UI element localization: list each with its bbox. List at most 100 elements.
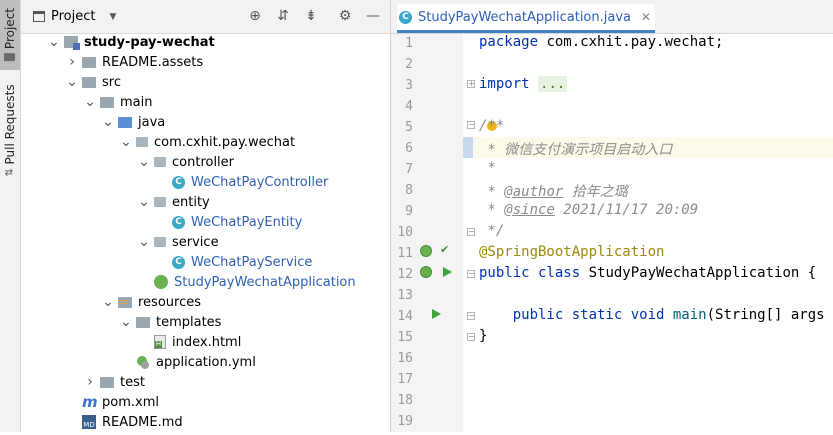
chevron-down-icon[interactable]: ⌄ — [84, 95, 96, 109]
editor-tab-main-class[interactable]: C StudyPayWechatApplication.java ✕ — [397, 4, 656, 33]
code-comment: 拾年之璐 — [563, 184, 628, 200]
line-number: 11 — [397, 246, 413, 261]
code-line-11[interactable]: */ — [479, 223, 504, 239]
tree-item-label: test — [120, 374, 145, 390]
tree-item-label: WeChatPayEntity — [191, 214, 303, 230]
code-line-16[interactable]: } — [479, 328, 487, 344]
tree-item[interactable]: ⌄ resources — [102, 292, 201, 312]
check-icon[interactable]: ✔ — [440, 243, 449, 256]
line-number: 7 — [405, 162, 413, 177]
chevron-down-icon[interactable]: ⌄ — [138, 195, 150, 209]
package-icon — [154, 237, 166, 247]
code-line-1[interactable]: package com.cxhit.pay.wechat; — [479, 34, 723, 50]
code-line-8[interactable]: * — [479, 160, 495, 176]
class-icon: C — [172, 255, 185, 269]
fold-collapse-icon[interactable]: − — [467, 312, 475, 320]
fold-expand-icon[interactable]: + — [467, 80, 475, 88]
chevron-down-icon[interactable]: ⌄ — [48, 35, 60, 49]
chevron-down-icon[interactable]: ⌄ — [120, 315, 132, 329]
spring-bean-icon[interactable] — [420, 245, 432, 257]
project-panel-title: Project — [51, 9, 96, 24]
editor-tab-bar: C StudyPayWechatApplication.java ✕ — [391, 0, 833, 34]
tree-item[interactable]: › test — [84, 372, 145, 392]
code-keyword: package — [479, 34, 539, 50]
line-number: 4 — [405, 99, 413, 114]
tree-item[interactable]: C WeChatPayService — [156, 252, 312, 272]
collapse-all-icon[interactable]: ⇟ — [302, 7, 320, 25]
chevron-right-icon[interactable]: › — [84, 374, 96, 390]
tree-item[interactable]: C WeChatPayEntity — [156, 212, 302, 232]
project-view-selector[interactable]: Project ▼ — [33, 9, 116, 24]
tree-item[interactable]: StudyPayWechatApplication — [138, 272, 356, 292]
project-panel: Project ▼ ⊕ ⇵ ⇟ ⚙ — ⌄ study-pay-wechat › RE… — [21, 0, 409, 432]
line-number: 9 — [405, 204, 413, 219]
tree-item[interactable]: application.yml — [120, 352, 256, 372]
hide-icon[interactable]: — — [364, 7, 382, 25]
tree-item-label: StudyPayWechatApplication — [174, 274, 356, 290]
tree-item[interactable]: C WeChatPayController — [156, 172, 328, 192]
code-line-12[interactable]: @SpringBootApplication — [479, 244, 664, 260]
fold-collapse-icon[interactable]: − — [467, 228, 475, 236]
locate-icon[interactable]: ⊕ — [246, 7, 264, 25]
code-comment: * — [479, 184, 505, 200]
code-line-9[interactable]: * @author 拾年之璐 — [479, 181, 628, 201]
tree-item[interactable]: MD README.md — [66, 412, 183, 432]
chevron-down-icon[interactable]: ⌄ — [66, 75, 78, 89]
code-line-6[interactable]: /** — [479, 118, 504, 134]
module-icon — [64, 36, 80, 50]
line-number: 14 — [397, 309, 413, 324]
expand-all-icon[interactable]: ⇵ — [274, 7, 292, 25]
close-icon[interactable]: ✕ — [641, 10, 651, 24]
code-text: StudyPayWechatApplication { — [580, 265, 817, 281]
fold-collapse-icon[interactable]: − — [467, 121, 475, 129]
run-icon[interactable] — [432, 309, 441, 319]
tree-item[interactable]: m pom.xml — [66, 392, 159, 412]
tree-item[interactable]: ⌄ service — [138, 232, 218, 252]
folder-icon — [100, 96, 114, 108]
code-line-7[interactable]: * 微信支付演示项目启动入口 — [479, 139, 672, 159]
line-number: 2 — [405, 57, 413, 72]
tree-item[interactable]: › README.assets — [66, 52, 203, 72]
chevron-down-icon[interactable]: ⌄ — [102, 115, 114, 129]
tree-item-label: index.html — [172, 334, 242, 350]
line-number: 3 — [405, 78, 413, 93]
tree-item[interactable]: ⌄ entity — [138, 192, 210, 212]
line-number: 18 — [397, 393, 413, 408]
tree-item[interactable]: ⌄ templates — [120, 312, 221, 332]
code-line-3[interactable]: import ... — [479, 76, 568, 92]
tree-item[interactable]: ⌄ main — [84, 92, 152, 112]
tree-item[interactable]: index.html — [138, 332, 241, 352]
fold-collapse-icon[interactable]: − — [467, 333, 475, 341]
code-comment: /** — [479, 118, 505, 134]
chevron-down-icon[interactable]: ⌄ — [138, 235, 150, 249]
tree-item[interactable]: ⌄ controller — [138, 152, 234, 172]
folded-imports[interactable]: ... — [538, 76, 568, 92]
chevron-right-icon[interactable]: › — [66, 54, 78, 70]
project-tool-tab[interactable]: Project — [0, 0, 20, 70]
editor-tab-label: StudyPayWechatApplication.java — [418, 9, 631, 25]
chevron-down-icon[interactable]: ⌄ — [138, 155, 150, 169]
pull-requests-tool-tab[interactable]: ⇅ Pull Requests — [0, 82, 20, 178]
code-line-15[interactable]: public static void main(String[] args — [479, 307, 825, 323]
run-icon[interactable] — [443, 267, 452, 277]
tree-item-label: README.md — [102, 414, 183, 430]
source-folder-icon — [118, 116, 132, 128]
code-line-13[interactable]: public class StudyPayWechatApplication { — [479, 265, 816, 281]
chevron-down-icon: ▼ — [109, 11, 117, 22]
caret-marker — [463, 137, 473, 158]
spring-bean-icon[interactable] — [420, 266, 432, 278]
gear-icon[interactable]: ⚙ — [336, 7, 354, 25]
tree-item[interactable]: ⌄ src — [66, 72, 121, 92]
code-line-10[interactable]: * @since 2021/11/17 20:09 — [479, 202, 698, 218]
fold-collapse-icon[interactable]: − — [467, 270, 475, 278]
tree-item[interactable]: ⌄ java — [102, 112, 165, 132]
line-number: 12 — [397, 267, 413, 282]
chevron-down-icon[interactable]: ⌄ — [120, 135, 132, 149]
code-comment: 2021/11/17 20:09 — [554, 202, 699, 218]
chevron-down-icon[interactable]: ⌄ — [102, 295, 114, 309]
code-comment: * — [479, 202, 505, 218]
tree-item[interactable]: ⌄ study-pay-wechat — [48, 32, 215, 52]
tree-item-label: controller — [172, 154, 235, 170]
code-method-name: main — [664, 307, 707, 323]
tree-item[interactable]: ⌄ com.cxhit.pay.wechat — [120, 132, 295, 152]
